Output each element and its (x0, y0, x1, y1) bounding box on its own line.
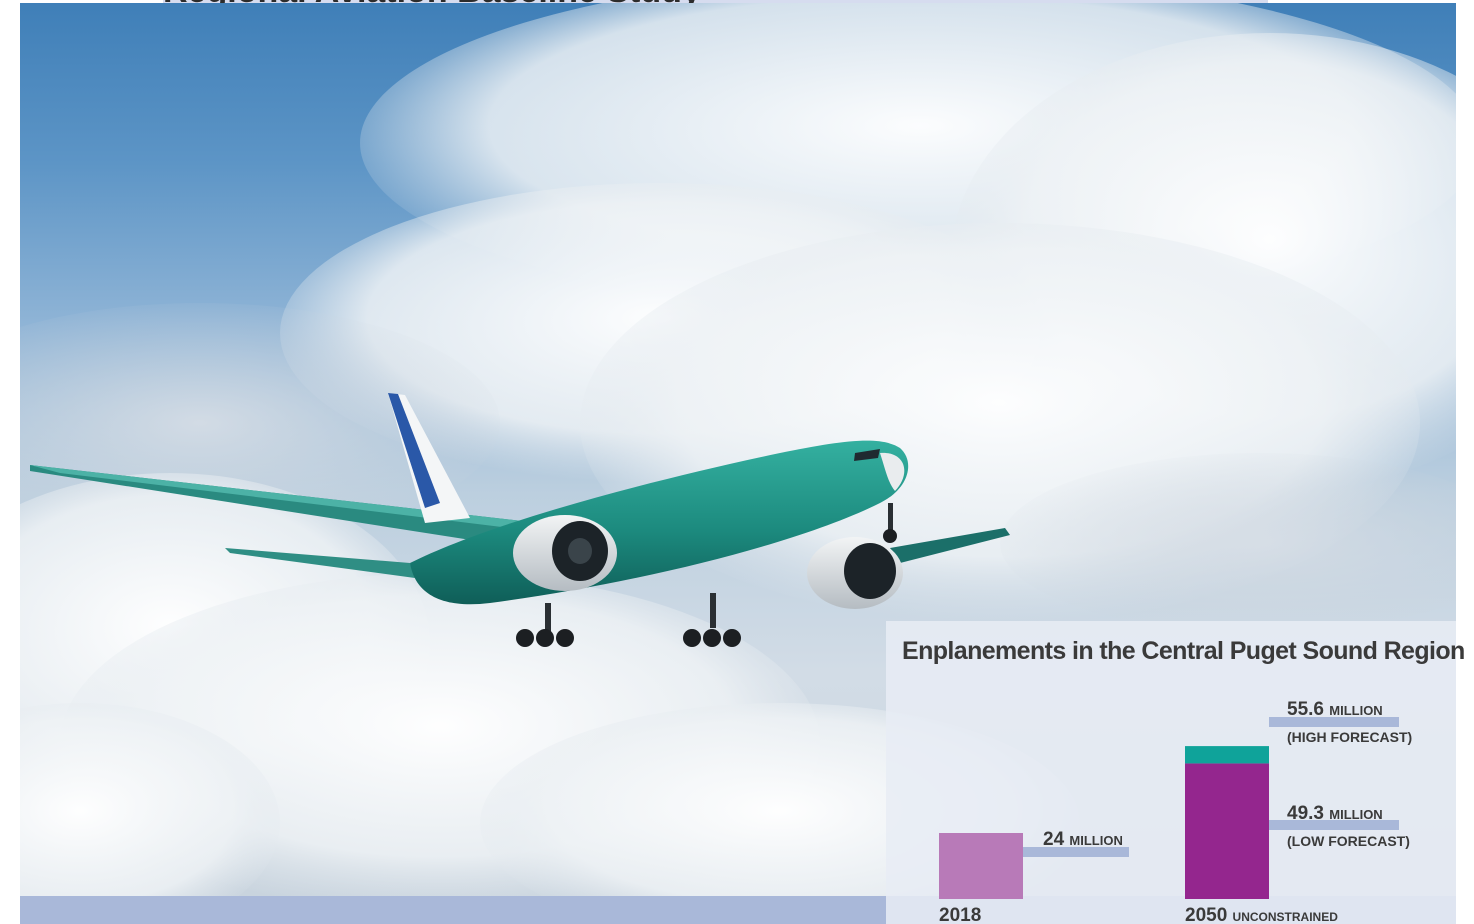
leader-line-0 (1023, 847, 1129, 857)
value-unit: MILLION (1329, 703, 1382, 718)
value-note-1: (LOW FORECAST) (1287, 833, 1410, 849)
category-label-2050: 2050 UNCONSTRAINED (1185, 905, 1338, 924)
value-label-2: 55.6 MILLION (1287, 699, 1383, 720)
category-year: 2018 (939, 905, 981, 924)
value-number: 49.3 (1287, 803, 1329, 824)
value-unit: MILLION (1329, 807, 1382, 822)
category-label-2018: 2018 (939, 905, 981, 924)
value-note-2: (HIGH FORECAST) (1287, 729, 1412, 745)
value-label-0: 24 MILLION (1043, 829, 1123, 850)
category-year: 2050 (1185, 905, 1233, 924)
bar-2018-0 (939, 833, 1023, 899)
bar-2050-2 (1185, 746, 1269, 764)
value-number: 24 (1043, 829, 1069, 850)
category-suffix: UNCONSTRAINED (1233, 910, 1339, 924)
value-unit: MILLION (1069, 833, 1122, 848)
bar-2050-1 (1185, 763, 1269, 899)
enplanements-chart: 24 MILLION49.3 MILLION(LOW FORECAST)55.6… (939, 699, 1412, 924)
value-number: 55.6 (1287, 699, 1329, 720)
chart-panel: Enplanements in the Central Puget Sound … (886, 621, 1465, 924)
value-label-1: 49.3 MILLION (1287, 803, 1383, 824)
